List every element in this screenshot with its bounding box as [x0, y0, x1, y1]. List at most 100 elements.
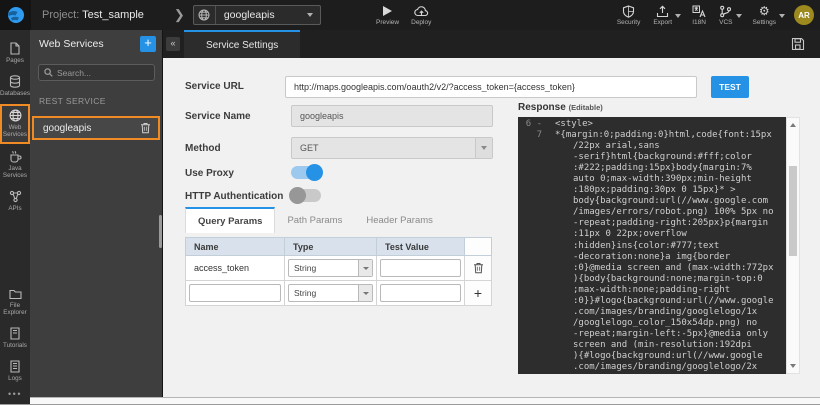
service-url-input[interactable]: [285, 76, 697, 98]
line-number: [518, 329, 548, 340]
delete-service-icon[interactable]: [140, 122, 158, 134]
code-line: 7*{margin:0;padding:0}html,code{font:15p…: [518, 130, 786, 141]
use-proxy-toggle[interactable]: [291, 166, 321, 179]
sidebar-item-java-services[interactable]: Java Services: [0, 146, 30, 184]
service-selector-dropdown[interactable]: googleapis: [193, 5, 321, 25]
scroll-down-icon[interactable]: [787, 360, 799, 372]
param-type-select[interactable]: String: [288, 284, 373, 302]
panel-title: Web Services: [39, 38, 140, 50]
sidebar-item-web-services[interactable]: Web Services: [0, 104, 30, 144]
app-logo[interactable]: [0, 0, 31, 30]
line-number: [518, 196, 548, 207]
line-number: [518, 241, 548, 252]
rail-item-label: File Explorer: [0, 302, 30, 316]
i18n-button[interactable]: I18N: [690, 0, 708, 30]
chevron-down-icon[interactable]: [736, 14, 742, 18]
rail-item-label: Tutorials: [3, 342, 27, 349]
code-line: -repeat;margin-left:-5px}@media only: [518, 329, 786, 340]
add-service-button[interactable]: +: [140, 36, 156, 52]
line-number: [518, 174, 548, 185]
service-item-googleapis[interactable]: googleapis: [32, 116, 160, 140]
sidebar-item-apis[interactable]: APIs: [0, 186, 30, 217]
export-button[interactable]: Export: [651, 0, 674, 30]
editor-scrollbar-thumb[interactable]: [789, 166, 797, 256]
vcs-label: VCS: [719, 19, 732, 26]
test-button[interactable]: TEST: [711, 76, 749, 98]
service-name-label: Service Name: [185, 111, 251, 122]
breadcrumb-chevron-icon: ❯: [174, 7, 185, 23]
table-row: String +: [185, 281, 492, 306]
line-number: 7: [518, 130, 548, 141]
add-row-button[interactable]: +: [474, 286, 482, 300]
service-name-input[interactable]: [291, 105, 493, 127]
export-label: Export: [653, 19, 672, 26]
param-name-input[interactable]: [189, 284, 281, 302]
column-header-actions: [465, 238, 491, 255]
deploy-button[interactable]: Deploy: [409, 0, 433, 30]
tab-service-settings[interactable]: Service Settings: [184, 30, 300, 58]
line-number: [518, 152, 548, 163]
tab-header-params[interactable]: Header Params: [354, 207, 445, 233]
topbar-tools: Security Export I18N VCS ⚙Settings: [615, 0, 785, 30]
panel-scrollbar-thumb[interactable]: [159, 215, 162, 248]
vcs-button[interactable]: VCS: [717, 0, 734, 30]
preview-button[interactable]: Preview: [374, 0, 401, 30]
code-line: auto 0;max-width:390px;min-height: [518, 174, 786, 185]
delete-row-button[interactable]: [473, 262, 484, 274]
avatar[interactable]: AR: [794, 5, 814, 25]
rail-item-label: Web Services: [2, 124, 28, 138]
scroll-up-icon[interactable]: [787, 119, 799, 131]
main-area: « Service Settings Service URL TEST Serv…: [163, 30, 820, 405]
param-name-value: access_token: [186, 263, 249, 273]
project-prefix-label: Project:: [42, 9, 79, 21]
apis-icon: [9, 190, 22, 203]
collapse-panel-button[interactable]: «: [166, 37, 180, 51]
service-item-label: googleapis: [34, 123, 140, 134]
code-line: .com/images/branding/googlelogo/1x: [518, 307, 786, 318]
search-input[interactable]: [57, 68, 149, 78]
line-number: [518, 318, 548, 329]
param-type-select[interactable]: String: [288, 259, 373, 277]
save-button[interactable]: [791, 37, 805, 51]
code-line: :hidden}ins{color:#777;text: [518, 241, 786, 252]
column-header-test-value: Test Value: [377, 238, 465, 255]
gear-icon: ⚙: [759, 5, 770, 18]
service-search[interactable]: [38, 64, 155, 81]
i18n-label: I18N: [692, 19, 706, 26]
i18n-icon: [692, 5, 706, 18]
sidebar-item-tutorials[interactable]: Tutorials: [0, 323, 30, 354]
param-test-value-input[interactable]: [380, 259, 461, 277]
use-proxy-label: Use Proxy: [185, 168, 234, 179]
http-authentication-toggle[interactable]: [291, 189, 321, 202]
database-icon: [9, 75, 21, 88]
tab-query-params[interactable]: Query Params: [185, 207, 275, 233]
settings-button[interactable]: ⚙Settings: [751, 0, 779, 30]
shield-icon: [622, 5, 635, 18]
param-tabs: Query ParamsPath ParamsHeader Params: [185, 207, 445, 233]
table-header-row: NameTypeTest Value: [185, 237, 492, 256]
rail-more-button[interactable]: •••: [8, 389, 22, 405]
sidebar-item-file-explorer[interactable]: File Explorer: [0, 284, 30, 321]
editor-scrollbar[interactable]: [786, 117, 800, 374]
param-test-value-input[interactable]: [380, 284, 461, 302]
line-number: [518, 218, 548, 229]
tab-path-params[interactable]: Path Params: [275, 207, 354, 233]
line-number: [518, 362, 548, 373]
response-code-editor[interactable]: 6 -<style>7*{margin:0;padding:0}html,cod…: [518, 117, 786, 374]
globe-icon: [194, 6, 216, 24]
sidebar-item-pages[interactable]: Pages: [0, 38, 30, 69]
sidebar-item-logs[interactable]: Logs: [0, 356, 30, 387]
line-number: [518, 307, 548, 318]
rail-item-label: Logs: [8, 375, 22, 382]
chevron-down-icon[interactable]: [675, 14, 681, 18]
security-button[interactable]: Security: [615, 0, 642, 30]
code-line: -serif}html{background:#fff;color: [518, 152, 786, 163]
folder-icon: [9, 288, 22, 300]
sidebar-item-databases[interactable]: Databases: [0, 71, 30, 102]
chevron-down-icon[interactable]: [779, 14, 785, 18]
method-select[interactable]: GET: [291, 137, 493, 159]
param-type-value: String: [289, 288, 358, 298]
project-name-label: Test_sample: [82, 9, 144, 21]
logs-icon: [9, 360, 21, 373]
topbar-center-actions: Preview Deploy: [374, 0, 433, 30]
